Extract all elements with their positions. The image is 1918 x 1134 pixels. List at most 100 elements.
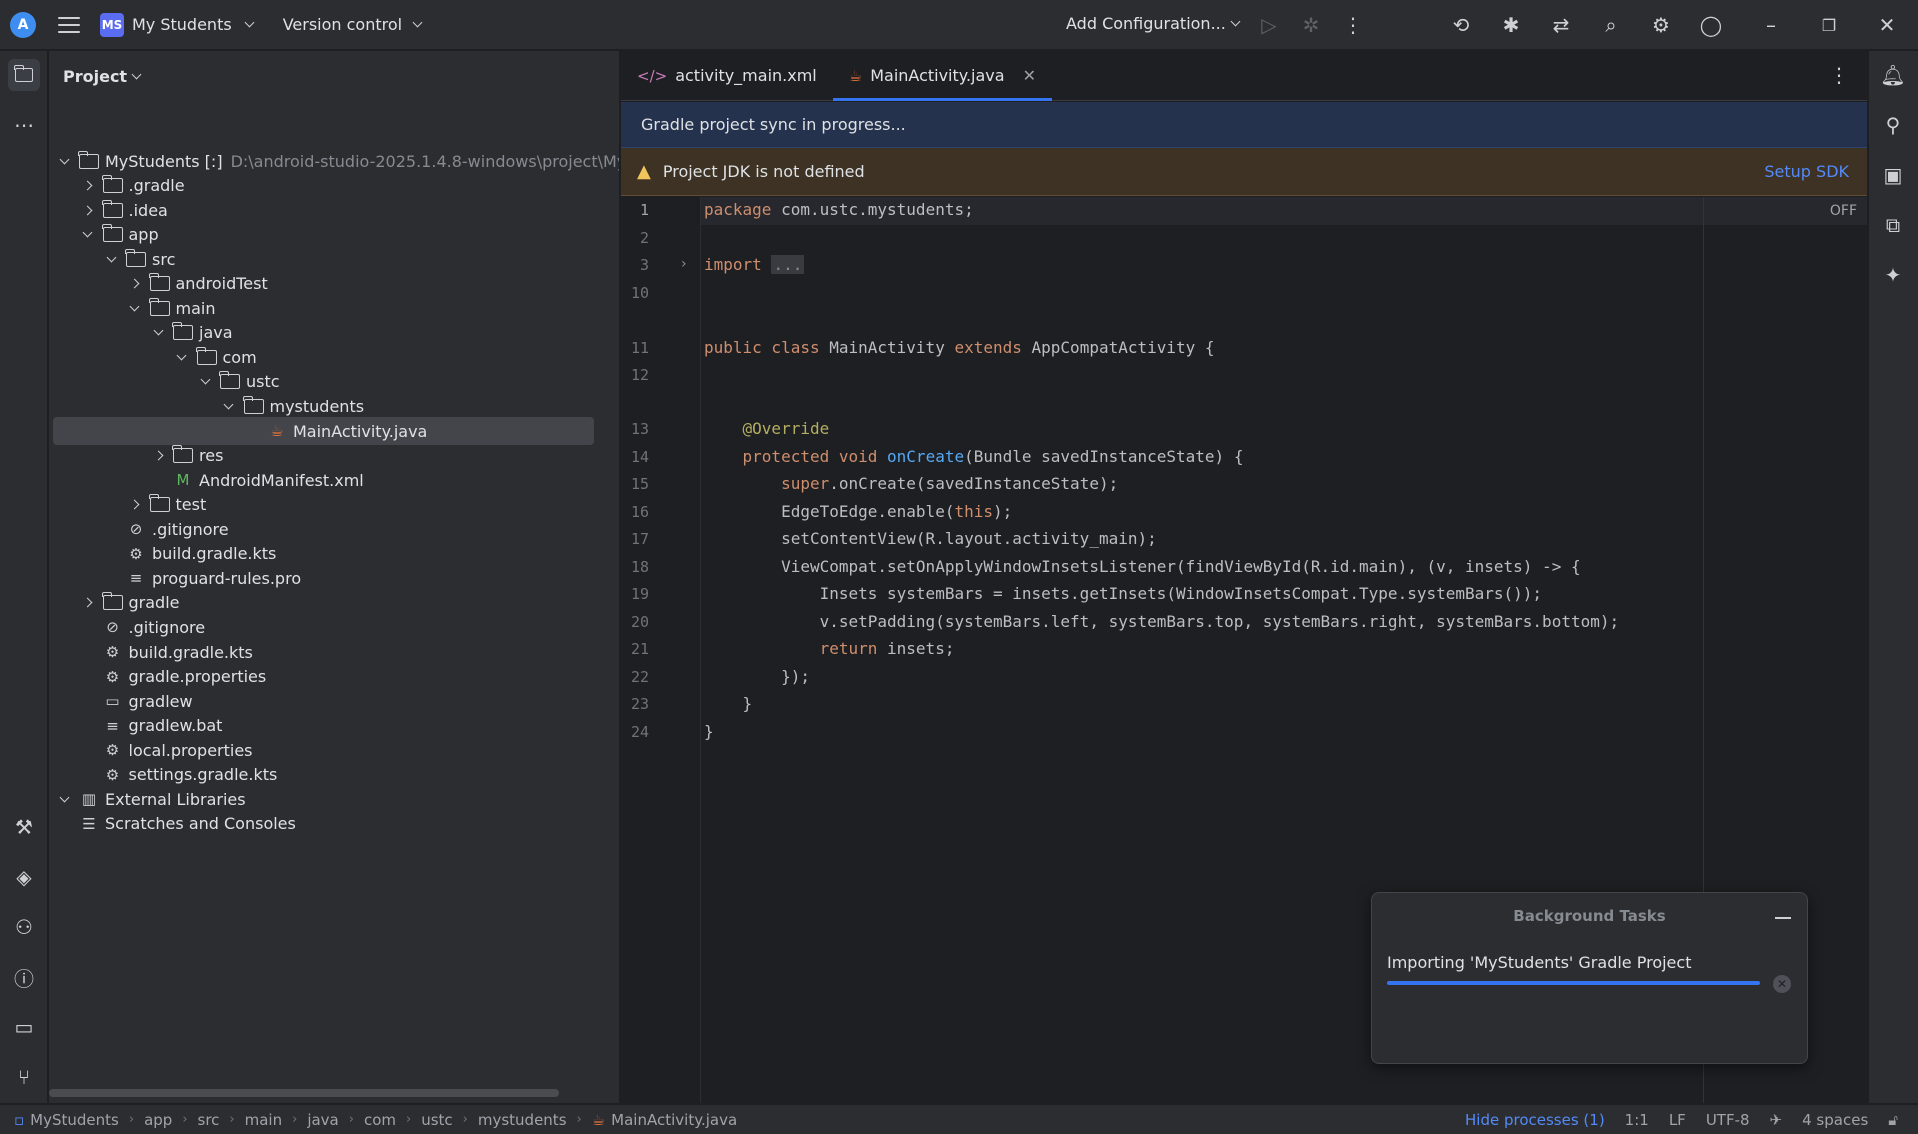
code-line[interactable]: super.onCreate(savedInstanceState);	[704, 474, 1118, 493]
chevron-down-icon[interactable]	[57, 154, 71, 164]
chevron-right-icon[interactable]	[128, 499, 142, 510]
text-file-icon: ≡	[106, 716, 119, 735]
more-tools-icon[interactable]: ⋯	[8, 109, 40, 141]
breadcrumb-item[interactable]: mystudents	[478, 1111, 567, 1129]
breadcrumb-item[interactable]: MainActivity.java	[611, 1111, 737, 1129]
indent-setting[interactable]: 4 spaces	[1802, 1111, 1868, 1129]
code-line[interactable]: Insets systemBars = insets.getInsets(Win…	[704, 584, 1542, 603]
chevron-right-icon[interactable]	[81, 597, 95, 608]
code-line[interactable]: import ...	[704, 255, 805, 274]
code-line[interactable]: @Override	[704, 419, 830, 438]
code-line[interactable]: });	[704, 667, 810, 686]
line-separator[interactable]: LF	[1669, 1111, 1686, 1129]
minimize-window-icon[interactable]: –	[1758, 12, 1784, 38]
breadcrumb-item[interactable]: java	[307, 1111, 338, 1129]
logcat-icon[interactable]: ⚇	[8, 911, 40, 943]
file-encoding[interactable]: UTF-8	[1706, 1111, 1750, 1129]
code-line[interactable]: return insets;	[704, 639, 955, 658]
breadcrumb-item[interactable]: ustc	[421, 1111, 452, 1129]
gemini-sparkle-icon[interactable]: ✦	[1877, 259, 1909, 291]
close-tab-icon[interactable]: ✕	[1023, 66, 1036, 85]
account-icon[interactable]: ◯	[1698, 12, 1724, 38]
code-line[interactable]: }	[704, 694, 753, 713]
restore-window-icon[interactable]: ❐	[1816, 12, 1842, 38]
tab-mainactivity-java[interactable]: ☕ MainActivity.java ✕	[832, 51, 1053, 101]
tree-item-label: Scratches and Consoles	[105, 814, 296, 834]
tree-item-label: androidTest	[175, 274, 268, 294]
code-line[interactable]: }	[704, 722, 714, 741]
terminal-icon[interactable]: ▭	[8, 1011, 40, 1043]
setup-sdk-link[interactable]: Setup SDK	[1764, 162, 1849, 181]
debug-icon[interactable]: ✲	[1298, 12, 1324, 38]
running-devices-icon[interactable]: ⧉	[1877, 209, 1909, 241]
code-line[interactable]: setContentView(R.layout.activity_main);	[704, 529, 1157, 548]
version-control-menu[interactable]: Version control	[283, 15, 423, 34]
chevron-down-icon[interactable]	[57, 792, 71, 803]
chevron-down-icon[interactable]	[128, 301, 142, 312]
chevron-down-icon[interactable]	[222, 399, 236, 410]
chevron-down-icon[interactable]	[198, 374, 212, 385]
project-name: My Students	[132, 15, 232, 34]
chevron-right-icon[interactable]	[151, 450, 165, 461]
run-icon[interactable]: ▷	[1256, 12, 1282, 38]
problems-icon[interactable]: ⓘ	[8, 961, 40, 993]
project-panel: Project MyStudents [:] D:\android-studio-…	[49, 51, 620, 1103]
breadcrumb-item[interactable]: MyStudents	[30, 1111, 119, 1129]
code-line[interactable]: ViewCompat.setOnApplyWindowInsetsListene…	[704, 557, 1581, 576]
code-line[interactable]: public class MainActivity extends AppCom…	[704, 338, 1215, 357]
gradle-elephant-icon[interactable]: ⚲	[1877, 109, 1909, 141]
chevron-right-icon[interactable]	[128, 278, 142, 289]
breadcrumb-item[interactable]: com	[364, 1111, 396, 1129]
line-number: 14	[630, 447, 649, 466]
cancel-task-icon[interactable]: ✕	[1773, 975, 1791, 993]
settings-gear-icon[interactable]: ⚙	[1648, 12, 1674, 38]
caret-position[interactable]: 1:1	[1625, 1111, 1649, 1129]
chevron-down-icon[interactable]	[81, 227, 95, 238]
device-manager-icon[interactable]: ⇄	[1548, 12, 1574, 38]
breadcrumb-item[interactable]: src	[198, 1111, 220, 1129]
project-selector[interactable]: MS My Students	[100, 12, 255, 37]
code-line[interactable]: v.setPadding(systemBars.left, systemBars…	[704, 612, 1620, 631]
inspection-status-label[interactable]: OFF	[1830, 203, 1857, 219]
code-line[interactable]: package com.ustc.mystudents;	[704, 200, 974, 219]
chevron-right-icon[interactable]	[81, 205, 95, 216]
line-number-gutter[interactable]: 1 2 3 › 10 11 12 13 14 15 16 17 18 19 20 21 22 23 24	[621, 197, 701, 1103]
hide-processes-link[interactable]: Hide processes (1)	[1465, 1111, 1605, 1129]
notifications-bell-icon[interactable]: 🔔︎	[1877, 59, 1909, 91]
run-configuration-selector[interactable]: Add Configuration...	[1066, 14, 1241, 33]
more-actions-icon[interactable]: ⋮	[1340, 12, 1366, 38]
read-only-lock-icon[interactable]: 🔓︎	[1888, 1111, 1898, 1129]
tree-item-label: .gitignore	[128, 617, 206, 637]
breadcrumb-item[interactable]: main	[245, 1111, 282, 1129]
horizontal-scrollbar[interactable]	[49, 1089, 559, 1097]
minimize-popup-icon[interactable]	[1775, 917, 1791, 919]
folder-icon	[172, 445, 193, 465]
sync-banner: Gradle project sync in progress...	[621, 102, 1867, 148]
chevron-down-icon[interactable]	[104, 252, 118, 263]
build-hammer-icon[interactable]: ⚒	[8, 811, 40, 843]
project-folder-icon[interactable]	[8, 59, 40, 91]
ai-status-icon[interactable]: ✈	[1770, 1111, 1783, 1129]
breadcrumb-item[interactable]: app	[144, 1111, 172, 1129]
folder-icon	[101, 224, 123, 244]
attach-debugger-icon[interactable]: ✱	[1498, 12, 1524, 38]
tree-item[interactable]: ☰ Scratches and Consoles	[49, 810, 296, 838]
tab-activity-main-xml[interactable]: </> activity_main.xml	[621, 51, 833, 101]
fold-chevron-icon[interactable]: ›	[681, 256, 687, 272]
apply-changes-icon[interactable]: ⟲	[1448, 12, 1474, 38]
gem-icon[interactable]: ◈	[8, 861, 40, 893]
git-branch-icon[interactable]: ⑂	[8, 1061, 40, 1093]
close-window-icon[interactable]: ✕	[1874, 12, 1900, 38]
chevron-down-icon[interactable]	[151, 325, 165, 336]
device-explorer-icon[interactable]: ▣	[1877, 159, 1909, 191]
tab-options-icon[interactable]: ⋮	[1829, 63, 1849, 87]
search-icon[interactable]: ⌕	[1598, 12, 1624, 38]
project-view-selector[interactable]: Project	[63, 67, 142, 86]
code-line[interactable]: protected void onCreate(Bundle savedInst…	[704, 447, 1244, 466]
main-menu-icon[interactable]	[58, 16, 80, 33]
chevron-down-icon[interactable]	[175, 350, 189, 361]
code-line[interactable]: EdgeToEdge.enable(this);	[704, 502, 1012, 521]
android-studio-logo-icon[interactable]: A	[10, 11, 36, 38]
folder-icon	[101, 199, 123, 219]
chevron-right-icon[interactable]	[81, 180, 95, 191]
